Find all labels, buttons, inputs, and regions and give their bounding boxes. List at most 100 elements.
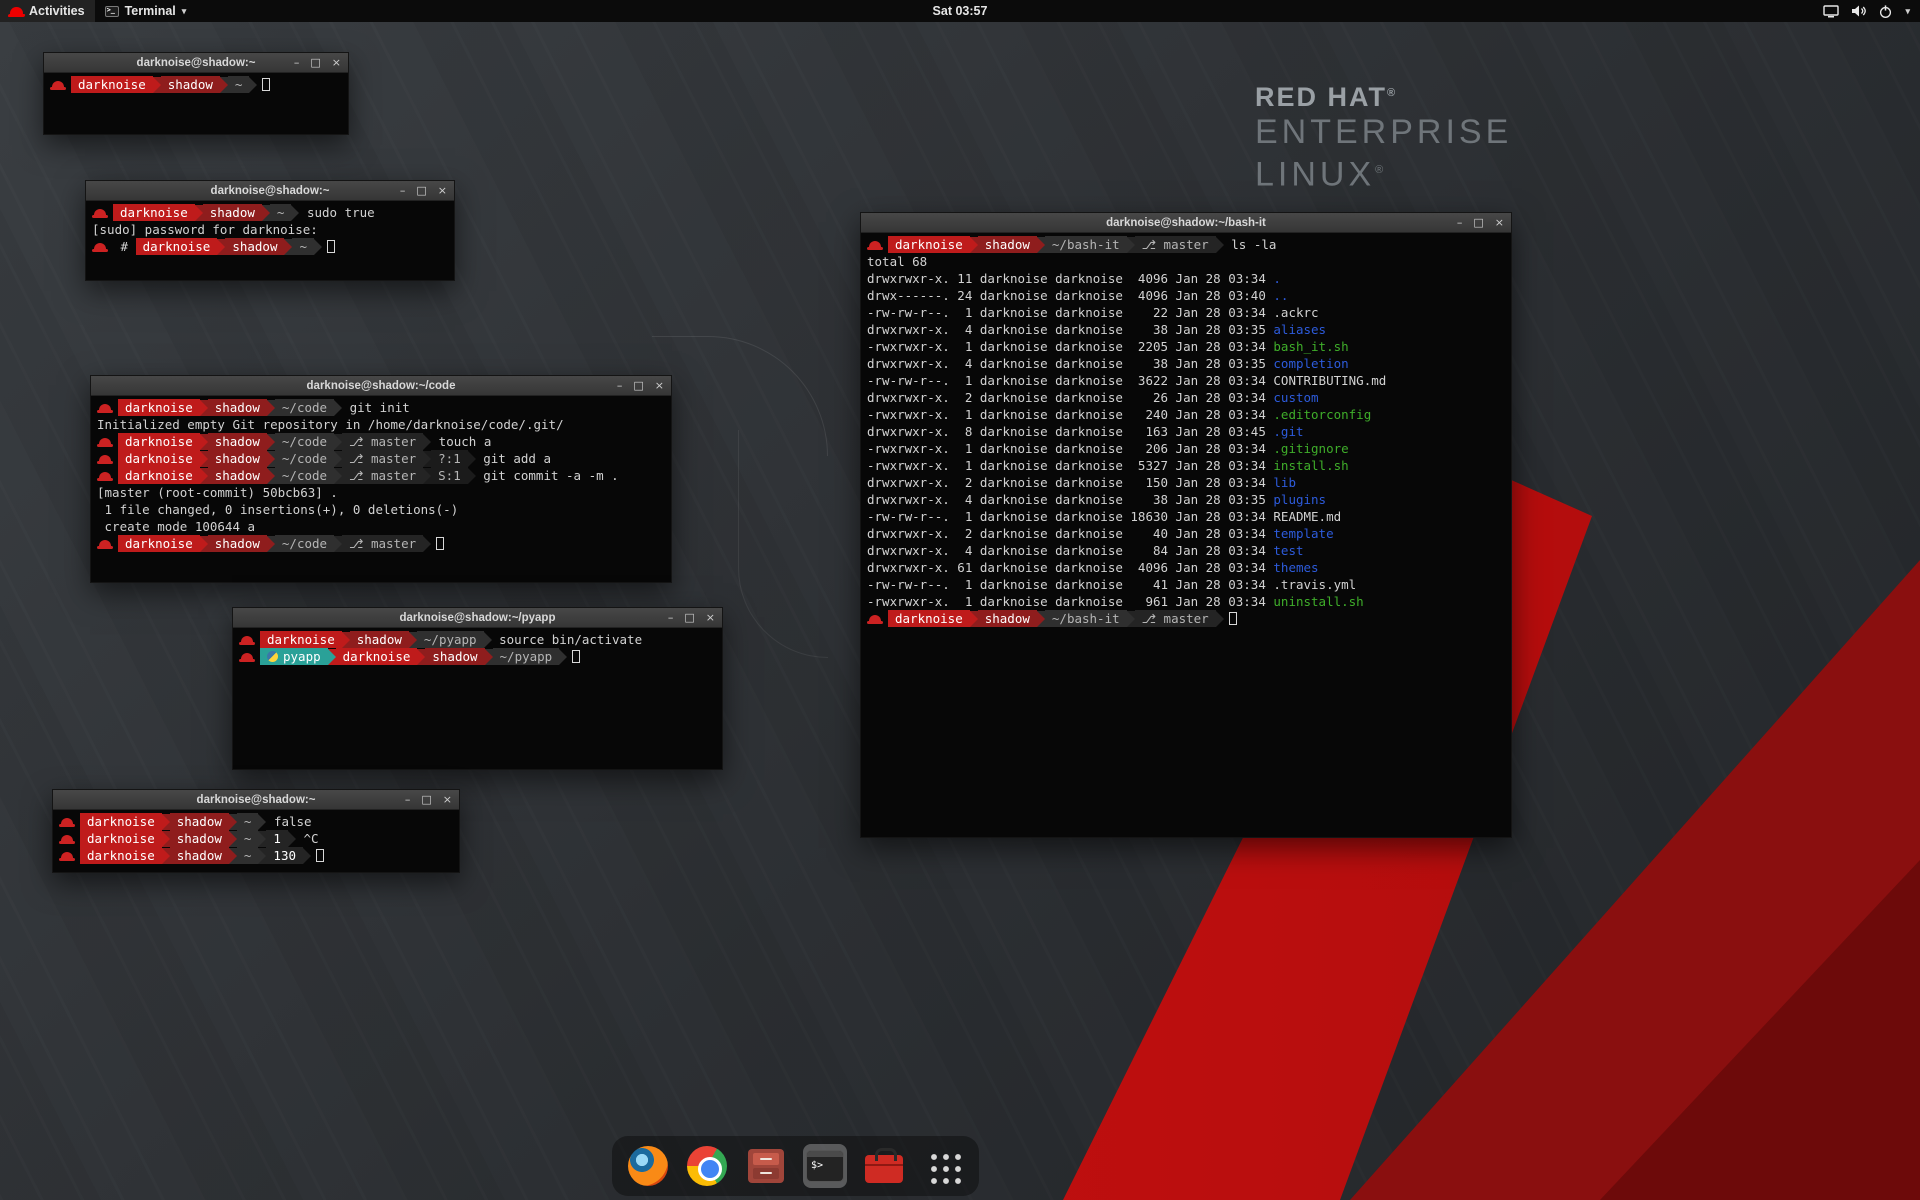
window-titlebar[interactable]: darknoise@shadow:~/bash-it – □ × — [861, 213, 1511, 233]
terminal-text: drwxrwxr-x. 4 darknoise darknoise 38 Jan… — [867, 322, 1273, 337]
window-titlebar[interactable]: darknoise@shadow:~ – □ × — [44, 53, 348, 73]
powerline-arrow-icon — [162, 831, 170, 847]
terminal-text: # — [113, 239, 136, 254]
terminal-text: .travis.yml — [1273, 577, 1356, 592]
minimize-button[interactable]: – — [400, 185, 406, 196]
terminal-text: false — [266, 814, 311, 829]
close-button[interactable]: × — [438, 185, 447, 196]
powerline-arrow-icon — [229, 848, 237, 864]
powerline-arrow-icon — [249, 77, 257, 93]
chevron-down-icon: ▾ — [182, 6, 187, 17]
dock — [612, 1136, 979, 1196]
window-titlebar[interactable]: darknoise@shadow:~ – □ × — [53, 790, 459, 810]
prompt-segment: S:1 — [431, 467, 468, 484]
dock-item-chrome[interactable] — [685, 1144, 729, 1188]
prompt-segment: ~/bash-it — [1045, 236, 1127, 253]
prompt-segment: darknoise — [888, 610, 970, 627]
powerline-arrow-icon — [267, 451, 275, 467]
terminal-line: -rw-rw-r--. 1 darknoise darknoise 18630 … — [867, 508, 1505, 525]
powerline-arrow-icon — [267, 400, 275, 416]
window-title: darknoise@shadow:~/pyapp — [400, 612, 556, 624]
window-titlebar[interactable]: darknoise@shadow:~/code – □ × — [91, 376, 671, 396]
close-button[interactable]: × — [706, 612, 715, 623]
prompt-segment: shadow — [208, 433, 267, 450]
terminal-content[interactable]: darknoiseshadow~ sudo true[sudo] passwor… — [86, 201, 454, 280]
prompt-segment: ⎇ master — [342, 467, 423, 484]
window-controls: – □ × — [668, 608, 715, 627]
minimize-button[interactable]: – — [294, 57, 300, 68]
prompt-segment: darknoise — [118, 467, 200, 484]
window-titlebar[interactable]: darknoise@shadow:~ – □ × — [86, 181, 454, 201]
minimize-button[interactable]: – — [405, 794, 411, 805]
prompt-segment: shadow — [208, 535, 267, 552]
powerline-arrow-icon — [423, 434, 431, 450]
terminal-text: drwxrwxr-x. 2 darknoise darknoise 26 Jan… — [867, 390, 1273, 405]
close-button[interactable]: × — [1495, 217, 1504, 228]
volume-icon — [1851, 4, 1866, 18]
terminal-line: darknoiseshadow~/bash-it⎇ master — [867, 610, 1505, 627]
system-tray[interactable]: ▾ — [1813, 0, 1920, 22]
minimize-button[interactable]: – — [668, 612, 674, 623]
dock-item-toolbox[interactable] — [862, 1144, 906, 1188]
close-button[interactable]: × — [332, 57, 341, 68]
close-button[interactable]: × — [443, 794, 452, 805]
terminal-cursor — [262, 78, 270, 91]
terminal-line: drwxrwxr-x. 2 darknoise darknoise 40 Jan… — [867, 525, 1505, 542]
dock-item-firefox[interactable] — [626, 1144, 670, 1188]
powerline-arrow-icon — [262, 205, 270, 221]
prompt-segment: ~/code — [275, 433, 334, 450]
terminal-text: -rwxrwxr-x. 1 darknoise darknoise 206 Ja… — [867, 441, 1273, 456]
terminal-text: test — [1273, 543, 1303, 558]
terminal-text: git add a — [476, 451, 551, 466]
clock[interactable]: Sat 03:57 — [923, 0, 998, 22]
window-titlebar[interactable]: darknoise@shadow:~/pyapp – □ × — [233, 608, 722, 628]
prompt-segment: darknoise — [136, 238, 218, 255]
dock-item-files[interactable] — [744, 1144, 788, 1188]
powerline-arrow-icon — [303, 848, 311, 864]
prompt-segment: ~ — [228, 76, 250, 93]
terminal-line: darknoiseshadow~ false — [59, 813, 453, 830]
terminal-content[interactable]: darknoiseshadow~/code git initInitialize… — [91, 396, 671, 582]
dock-item-show-applications[interactable] — [921, 1144, 965, 1188]
activities-label: Activities — [29, 4, 85, 18]
prompt-segment: ⎇ master — [1135, 610, 1216, 627]
dock-item-terminal[interactable] — [803, 1144, 847, 1188]
minimize-button[interactable]: – — [617, 380, 623, 391]
prompt-segment: darknoise — [118, 535, 200, 552]
maximize-button[interactable]: □ — [633, 380, 643, 391]
terminal-line: darknoiseshadow~/bash-it⎇ master ls -la — [867, 236, 1505, 253]
terminal-content[interactable]: darknoiseshadow~/bash-it⎇ master ls -lat… — [861, 233, 1511, 837]
powerline-arrow-icon — [267, 468, 275, 484]
activities-button[interactable]: Activities — [0, 0, 95, 22]
minimize-button[interactable]: – — [1457, 217, 1463, 228]
terminal-line: total 68 — [867, 253, 1505, 270]
prompt-segment: ~ — [292, 238, 314, 255]
powerline-arrow-icon — [258, 848, 266, 864]
app-menu-terminal[interactable]: Terminal ▾ — [95, 0, 197, 22]
clock-label: Sat 03:57 — [933, 4, 988, 18]
redhat-icon — [61, 835, 73, 842]
chevron-down-icon: ▾ — [1905, 6, 1910, 17]
prompt-segment: ~/pyapp — [417, 631, 484, 648]
maximize-button[interactable]: □ — [684, 612, 694, 623]
prompt-segment: shadow — [350, 631, 409, 648]
terminal-text: install.sh — [1273, 458, 1348, 473]
maximize-button[interactable]: □ — [310, 57, 320, 68]
close-button[interactable]: × — [655, 380, 664, 391]
maximize-button[interactable]: □ — [421, 794, 431, 805]
terminal-text: drwxrwxr-x. 61 darknoise darknoise 4096 … — [867, 560, 1273, 575]
terminal-line: 1 file changed, 0 insertions(+), 0 delet… — [97, 501, 665, 518]
terminal-content[interactable]: darknoiseshadow~/pyapp source bin/activa… — [233, 628, 722, 769]
powerline-arrow-icon — [342, 632, 350, 648]
terminal-line: -rwxrwxr-x. 1 darknoise darknoise 2205 J… — [867, 338, 1505, 355]
terminal-text: -rw-rw-r--. 1 darknoise darknoise 22 Jan… — [867, 305, 1273, 320]
maximize-button[interactable]: □ — [416, 185, 426, 196]
terminal-content[interactable]: darknoiseshadow~ falsedarknoiseshadow~1 … — [53, 810, 459, 872]
terminal-cursor — [572, 650, 580, 663]
firefox-icon — [628, 1146, 668, 1186]
terminal-line: darknoiseshadow~130 — [59, 847, 453, 864]
maximize-button[interactable]: □ — [1473, 217, 1483, 228]
redhat-icon — [99, 540, 111, 547]
terminal-line: drwxrwxr-x. 11 darknoise darknoise 4096 … — [867, 270, 1505, 287]
terminal-content[interactable]: darknoiseshadow~ — [44, 73, 348, 134]
